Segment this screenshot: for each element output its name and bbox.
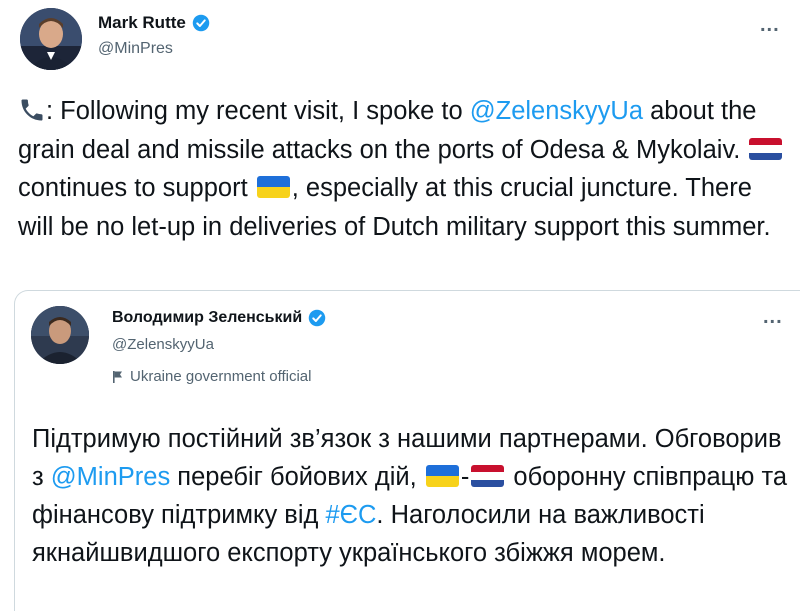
avatar-zelensky[interactable] bbox=[31, 306, 89, 364]
mention-minpres[interactable]: @MinPres bbox=[51, 463, 170, 491]
author-name-zelensky[interactable]: Володимир Зеленський bbox=[112, 309, 326, 327]
mention-zelenskyyua[interactable]: @ZelenskyyUa bbox=[470, 97, 643, 125]
more-options-icon[interactable]: ... bbox=[763, 306, 783, 329]
ukraine-flag-icon bbox=[256, 176, 290, 198]
tweet-text-rutte: : Following my recent visit, I spoke to … bbox=[18, 92, 788, 246]
verified-badge-icon bbox=[192, 14, 210, 32]
government-label-text: Ukraine government official bbox=[130, 368, 312, 385]
ukraine-flag-icon bbox=[425, 465, 459, 487]
tweet-rutte: Mark Rutte @MinPres ... : Following my r… bbox=[0, 0, 800, 292]
author-name-text[interactable]: Володимир Зеленський bbox=[112, 309, 302, 327]
more-options-icon[interactable]: ... bbox=[760, 14, 780, 37]
avatar-rutte[interactable] bbox=[20, 8, 82, 70]
author-handle-rutte[interactable]: @MinPres bbox=[98, 40, 173, 58]
author-name-rutte[interactable]: Mark Rutte bbox=[98, 13, 210, 33]
verified-badge-icon bbox=[308, 309, 326, 327]
netherlands-flag-icon bbox=[749, 137, 783, 160]
tweet-text-zelensky: Підтримую постійний зв’язок з нашими пар… bbox=[32, 425, 788, 567]
flag-icon bbox=[113, 370, 122, 383]
hashtag-eu[interactable]: #ЄС bbox=[325, 501, 376, 529]
phone-icon bbox=[21, 99, 43, 121]
author-handle-zelensky[interactable]: @ZelenskyyUa bbox=[112, 336, 214, 353]
government-label: Ukraine government official bbox=[112, 368, 311, 385]
author-name-text[interactable]: Mark Rutte bbox=[98, 13, 186, 33]
netherlands-flag-icon bbox=[471, 465, 505, 487]
